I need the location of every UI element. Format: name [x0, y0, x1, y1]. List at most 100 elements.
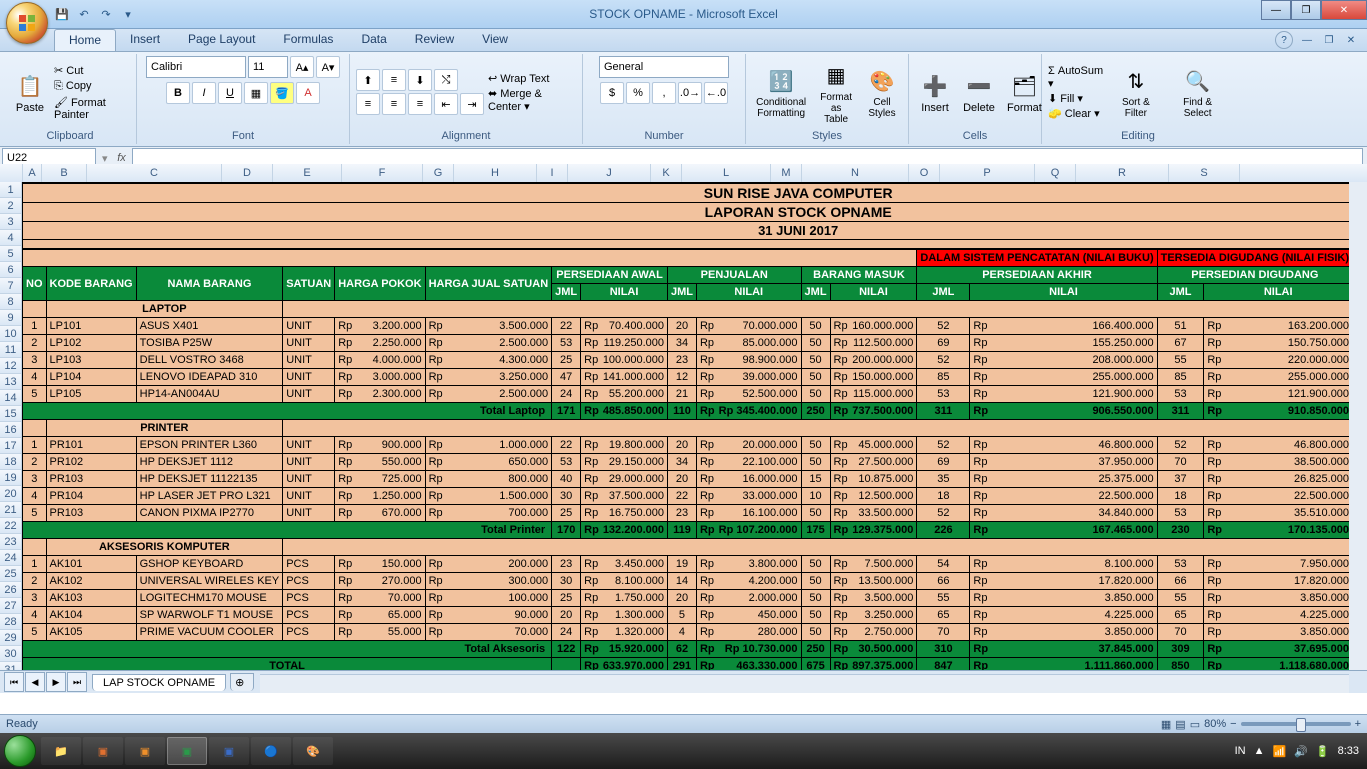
merge-center-button[interactable]: ⬌ Merge & Center ▾ — [488, 87, 576, 113]
col-header[interactable]: C — [87, 164, 222, 182]
underline-button[interactable]: U — [218, 82, 242, 104]
sort-filter-button[interactable]: ⇅Sort & Filter — [1108, 63, 1163, 121]
font-color-button[interactable]: A — [296, 82, 320, 104]
taskbar-paint-icon[interactable]: 🎨 — [293, 737, 333, 765]
align-right-button[interactable]: ≡ — [408, 93, 432, 115]
row-header[interactable]: 12 — [0, 358, 22, 374]
row-header[interactable]: 9 — [0, 310, 22, 326]
row-header[interactable]: 2 — [0, 198, 22, 214]
office-button[interactable] — [6, 2, 48, 44]
tray-network-icon[interactable]: 📶 — [1272, 745, 1286, 758]
row-header[interactable]: 23 — [0, 534, 22, 550]
row-header[interactable]: 20 — [0, 486, 22, 502]
zoom-out-icon[interactable]: − — [1230, 718, 1236, 730]
vertical-scrollbar[interactable] — [1348, 182, 1367, 675]
row-header[interactable]: 25 — [0, 566, 22, 582]
cell-styles-button[interactable]: 🎨Cell Styles — [862, 63, 902, 121]
copy-button[interactable]: ⎘ Copy — [54, 80, 130, 93]
zoom-slider[interactable] — [1241, 722, 1351, 726]
maximize-button[interactable]: ❐ — [1291, 0, 1321, 20]
row-header[interactable]: 14 — [0, 390, 22, 406]
border-button[interactable]: ▦ — [244, 82, 268, 104]
col-header[interactable]: A — [23, 164, 42, 182]
row-header[interactable]: 3 — [0, 214, 22, 230]
taskbar-excel-icon[interactable]: ▣ — [167, 737, 207, 765]
fill-color-button[interactable]: 🪣 — [270, 82, 294, 104]
spreadsheet-grid[interactable]: SUN RISE JAVA COMPUTERLAPORAN STOCK OPNA… — [22, 182, 1349, 675]
row-header[interactable]: 26 — [0, 582, 22, 598]
col-header[interactable]: G — [423, 164, 454, 182]
align-middle-button[interactable]: ≡ — [382, 69, 406, 91]
tab-formulas[interactable]: Formulas — [269, 29, 347, 51]
zoom-percent[interactable]: 80% — [1204, 718, 1226, 730]
col-header[interactable]: J — [568, 164, 651, 182]
tray-battery-icon[interactable]: 🔋 — [1316, 745, 1330, 758]
row-header[interactable]: 18 — [0, 454, 22, 470]
view-normal-icon[interactable]: ▦ — [1161, 718, 1171, 731]
tab-insert[interactable]: Insert — [116, 29, 174, 51]
autosum-button[interactable]: Σ AutoSum ▾ — [1048, 65, 1104, 90]
format-as-table-button[interactable]: ▦Format as Table — [814, 58, 858, 127]
tab-nav-last[interactable]: ⏭ — [67, 672, 87, 692]
view-layout-icon[interactable]: ▤ — [1175, 718, 1185, 731]
percent-button[interactable]: % — [626, 82, 650, 104]
row-header[interactable]: 27 — [0, 598, 22, 614]
font-size-combo[interactable]: 11 — [248, 56, 288, 78]
tab-view[interactable]: View — [468, 29, 522, 51]
col-header[interactable]: F — [342, 164, 423, 182]
row-header[interactable]: 1 — [0, 182, 22, 198]
tray-lang[interactable]: IN — [1235, 745, 1246, 757]
wrap-text-button[interactable]: ↩ Wrap Text — [488, 72, 576, 85]
row-header[interactable]: 24 — [0, 550, 22, 566]
row-header[interactable]: 21 — [0, 502, 22, 518]
redo-icon[interactable]: ↷ — [98, 6, 114, 22]
view-pagebreak-icon[interactable]: ▭ — [1190, 718, 1200, 731]
paste-button[interactable]: 📋 Paste — [10, 68, 50, 116]
tab-page-layout[interactable]: Page Layout — [174, 29, 269, 51]
increase-decimal-button[interactable]: .0→ — [678, 82, 702, 104]
row-header[interactable]: 28 — [0, 614, 22, 630]
zoom-in-icon[interactable]: + — [1355, 718, 1361, 730]
row-header[interactable]: 10 — [0, 326, 22, 342]
close-button[interactable]: ✕ — [1321, 0, 1367, 20]
format-painter-button[interactable]: 🖌 Format Painter — [54, 96, 130, 121]
undo-icon[interactable]: ↶ — [76, 6, 92, 22]
col-header[interactable]: O — [909, 164, 940, 182]
col-header[interactable]: I — [537, 164, 568, 182]
taskbar-powerpoint-icon[interactable]: ▣ — [83, 737, 123, 765]
taskbar-chrome-icon[interactable]: 🔵 — [251, 737, 291, 765]
fx-icon[interactable]: fx — [112, 152, 132, 164]
shrink-font-button[interactable]: A▾ — [316, 56, 340, 78]
namebox-dropdown-icon[interactable]: ▾ — [98, 152, 112, 165]
insert-cells-button[interactable]: ➕Insert — [915, 68, 955, 116]
font-name-combo[interactable]: Calibri — [146, 56, 246, 78]
col-header[interactable]: S — [1169, 164, 1240, 182]
row-header[interactable]: 7 — [0, 278, 22, 294]
tab-review[interactable]: Review — [401, 29, 468, 51]
tray-flag-icon[interactable]: ▲ — [1254, 745, 1265, 757]
conditional-formatting-button[interactable]: 🔢Conditional Formatting — [752, 63, 810, 121]
comma-button[interactable]: , — [652, 82, 676, 104]
row-header[interactable]: 6 — [0, 262, 22, 278]
cut-button[interactable]: ✂ Cut — [54, 64, 130, 77]
col-header[interactable]: E — [273, 164, 342, 182]
increase-indent-button[interactable]: ⇥ — [460, 93, 484, 115]
accounting-button[interactable]: $ — [600, 82, 624, 104]
row-header[interactable]: 16 — [0, 422, 22, 438]
col-header[interactable]: P — [940, 164, 1035, 182]
minimize-ribbon-icon[interactable]: — — [1299, 32, 1315, 48]
row-header[interactable]: 30 — [0, 646, 22, 662]
row-header[interactable]: 8 — [0, 294, 22, 310]
row-header[interactable]: 11 — [0, 342, 22, 358]
taskbar-explorer-icon[interactable]: 📁 — [41, 737, 81, 765]
save-icon[interactable]: 💾 — [54, 6, 70, 22]
tab-data[interactable]: Data — [347, 29, 400, 51]
tray-volume-icon[interactable]: 🔊 — [1294, 745, 1308, 758]
orientation-button[interactable]: ⤭ — [434, 69, 458, 91]
restore-window-icon[interactable]: ❐ — [1321, 32, 1337, 48]
horizontal-scrollbar[interactable] — [260, 674, 1349, 693]
decrease-decimal-button[interactable]: ←.0 — [704, 82, 728, 104]
fill-button[interactable]: ⬇ Fill ▾ — [1048, 92, 1104, 105]
new-sheet-button[interactable]: ⊕ — [230, 673, 254, 691]
row-header[interactable]: 13 — [0, 374, 22, 390]
